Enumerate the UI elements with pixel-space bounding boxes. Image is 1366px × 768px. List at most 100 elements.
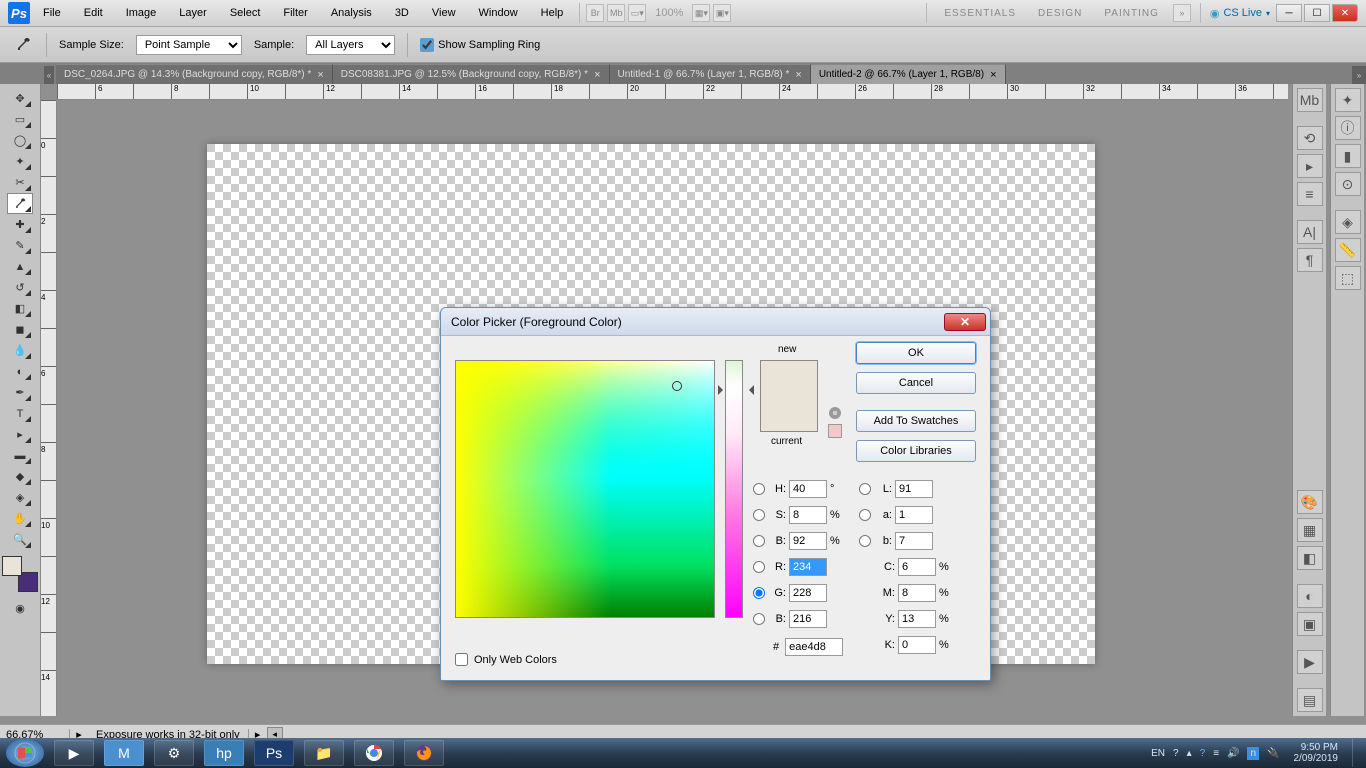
masks-panel-icon[interactable]: ▣ [1297, 612, 1323, 636]
tray-bluetooth-icon[interactable]: ≡ [1213, 748, 1219, 759]
gradient-tool[interactable]: ◼ [7, 319, 33, 340]
b-rgb-input[interactable] [789, 610, 827, 628]
show-desktop-button[interactable] [1352, 739, 1360, 767]
taskbar-app-3[interactable]: ⚙ [154, 740, 194, 766]
lasso-tool[interactable]: ◯ [7, 130, 33, 151]
sample-size-select[interactable]: Point Sample [136, 35, 242, 55]
measure-panel-icon[interactable]: 📏 [1335, 238, 1361, 262]
workspace-essentials[interactable]: ESSENTIALS [936, 6, 1024, 21]
taskbar-maxthon[interactable]: M [104, 740, 144, 766]
dialog-close-button[interactable]: ✕ [944, 313, 986, 331]
fg-color-swatch[interactable] [2, 556, 22, 576]
menu-file[interactable]: File [33, 3, 71, 23]
minibridge-icon[interactable]: Mb [607, 4, 625, 22]
zoom-tool[interactable]: 🔍 [7, 529, 33, 550]
marquee-tool[interactable]: ▭ [7, 109, 33, 130]
animation-panel-icon[interactable]: ▶ [1297, 650, 1323, 674]
color-libraries-button[interactable]: Color Libraries [856, 440, 976, 462]
eyedropper-tool[interactable] [7, 193, 33, 214]
tray-action-center-icon[interactable]: ? [1200, 748, 1206, 759]
taskbar-chrome[interactable] [354, 740, 394, 766]
adjustments-panel-icon[interactable]: ◐ [1297, 584, 1323, 608]
layers-panel-icon[interactable]: ▤ [1297, 688, 1323, 712]
menu-image[interactable]: Image [116, 3, 167, 23]
r-radio[interactable] [753, 561, 765, 573]
tray-network-icon[interactable]: n [1247, 747, 1259, 760]
tool-presets-icon[interactable]: ≡ [1297, 182, 1323, 206]
character-panel-icon[interactable]: A| [1297, 220, 1323, 244]
pen-tool[interactable]: ✒ [7, 382, 33, 403]
owc-input[interactable] [455, 653, 468, 666]
screen-mode-icon[interactable]: ▭▾ [628, 4, 646, 22]
taskbar-mediaplayer[interactable]: ▶ [54, 740, 94, 766]
maximize-button[interactable]: ☐ [1304, 4, 1330, 22]
taskbar-firefox[interactable] [404, 740, 444, 766]
menu-select[interactable]: Select [220, 3, 271, 23]
blur-tool[interactable]: 💧 [7, 340, 33, 361]
workspace-more-icon[interactable]: » [1173, 4, 1191, 22]
dialog-titlebar[interactable]: Color Picker (Foreground Color) ✕ [441, 308, 990, 336]
type-tool[interactable]: T [7, 403, 33, 424]
workspace-painting[interactable]: PAINTING [1096, 6, 1166, 21]
info-panel-icon[interactable]: ⓘ [1335, 116, 1361, 140]
tab-close-icon[interactable]: × [594, 69, 600, 81]
g-input[interactable] [789, 584, 827, 602]
start-button[interactable] [6, 739, 44, 767]
dodge-tool[interactable]: ◐ [7, 361, 33, 382]
hue-slider[interactable] [725, 360, 743, 618]
stamp-tool[interactable]: ▲ [7, 256, 33, 277]
healing-tool[interactable]: ✚ [7, 214, 33, 235]
screen-icon[interactable]: ▣▾ [713, 4, 731, 22]
add-swatches-button[interactable]: Add To Swatches [856, 410, 976, 432]
paragraph-panel-icon[interactable]: ¶ [1297, 248, 1323, 272]
minibridge-panel-icon[interactable]: Mb [1297, 88, 1323, 112]
y-input[interactable] [898, 610, 936, 628]
brush-tool[interactable]: ✎ [7, 235, 33, 256]
document-tab[interactable]: Untitled-1 @ 66.7% (Layer 1, RGB/8) *× [610, 64, 811, 84]
menu-view[interactable]: View [422, 3, 466, 23]
menu-layer[interactable]: Layer [169, 3, 217, 23]
tab-scroll-right[interactable]: » [1352, 66, 1366, 84]
tray-clock[interactable]: 9:50 PM 2/09/2019 [1288, 742, 1345, 764]
tray-help-icon[interactable]: ? [1173, 748, 1179, 759]
navigator-panel-icon[interactable]: ✦ [1335, 88, 1361, 112]
m-input[interactable] [898, 584, 936, 602]
menu-edit[interactable]: Edit [74, 3, 113, 23]
tab-close-icon[interactable]: × [317, 69, 323, 81]
color-panel-icon[interactable]: 🎨 [1297, 490, 1323, 514]
taskbar-photoshop[interactable]: Ps [254, 740, 294, 766]
3d-panel-icon[interactable]: ◈ [1335, 210, 1361, 234]
clone-source-icon[interactable]: ⊙ [1335, 172, 1361, 196]
ok-button[interactable]: OK [856, 342, 976, 364]
menu-window[interactable]: Window [469, 3, 528, 23]
menu-help[interactable]: Help [531, 3, 574, 23]
r-input[interactable] [789, 558, 827, 576]
path-tool[interactable]: ▸ [7, 424, 33, 445]
color-pickers[interactable] [2, 556, 38, 592]
workspace-design[interactable]: DESIGN [1030, 6, 1090, 21]
h-radio[interactable] [753, 483, 765, 495]
l-input[interactable] [895, 480, 933, 498]
wand-tool[interactable]: ✦ [7, 151, 33, 172]
saturation-brightness-field[interactable] [455, 360, 715, 618]
color-preview-swatch[interactable] [760, 360, 818, 432]
tray-show-hidden-icon[interactable]: ▴ [1187, 748, 1192, 759]
actions-panel-icon[interactable]: ▸ [1297, 154, 1323, 178]
b-rgb-radio[interactable] [753, 613, 765, 625]
show-ring-input[interactable] [420, 38, 434, 52]
b-hsb-radio[interactable] [753, 535, 765, 547]
taskbar-explorer[interactable]: 📁 [304, 740, 344, 766]
a-input[interactable] [895, 506, 933, 524]
a-radio[interactable] [859, 509, 871, 521]
crop-tool[interactable]: ✂ [7, 172, 33, 193]
document-tab-active[interactable]: Untitled-2 @ 66.7% (Layer 1, RGB/8)× [811, 64, 1006, 84]
cancel-button[interactable]: Cancel [856, 372, 976, 394]
s-input[interactable] [789, 506, 827, 524]
tab-scroll-left[interactable]: « [44, 66, 54, 84]
document-tab[interactable]: DSC_0264.JPG @ 14.3% (Background copy, R… [56, 64, 333, 84]
arrange-docs-icon[interactable]: ▦▾ [692, 4, 710, 22]
b-lab-input[interactable] [895, 532, 933, 550]
bridge-icon[interactable]: Br [586, 4, 604, 22]
history-brush-tool[interactable]: ↺ [7, 277, 33, 298]
b-lab-radio[interactable] [859, 535, 871, 547]
